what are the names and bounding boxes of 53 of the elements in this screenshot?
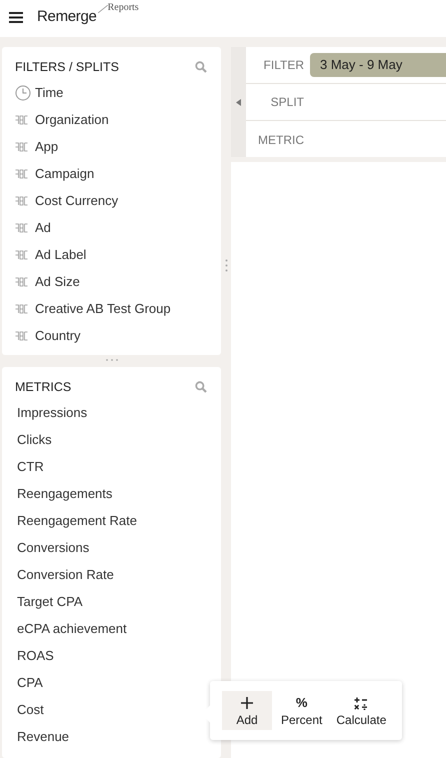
metric-item[interactable]: Clicks — [15, 432, 52, 447]
metric-item[interactable]: Revenue — [15, 729, 70, 744]
metric-item[interactable]: Impressions — [15, 405, 88, 420]
shelf-label: FILTER — [262, 58, 305, 72]
shelf-label: METRIC — [257, 132, 305, 146]
metric-item[interactable]: CPA — [15, 675, 43, 690]
shelf-label: SPLIT — [270, 95, 305, 109]
dimension-item[interactable]: Ad Size — [35, 274, 80, 289]
text-type-icon — [15, 168, 28, 178]
metric-item[interactable]: ROAS — [15, 648, 54, 663]
dimension-item[interactable]: Country — [35, 328, 81, 343]
dimension-item[interactable]: Organization — [35, 112, 109, 127]
product-name: Reports — [108, 2, 139, 13]
collapse-icon[interactable] — [236, 98, 241, 106]
text-type-icon — [15, 196, 28, 206]
dimension-item[interactable]: Cost Currency — [35, 193, 118, 208]
dimension-item[interactable]: Ad — [35, 220, 51, 235]
menu-icon[interactable] — [9, 12, 23, 23]
metric-item[interactable]: eCPA achievement — [15, 621, 127, 636]
action-button[interactable]: % Percent — [276, 691, 328, 730]
metric-item[interactable]: Reengagement Rate — [15, 513, 137, 528]
dimension-item[interactable]: Campaign — [35, 166, 94, 181]
text-type-icon — [15, 114, 28, 124]
search-icon[interactable] — [195, 381, 207, 393]
text-type-icon — [15, 276, 28, 286]
dimension-item[interactable]: Ad Label — [35, 247, 86, 262]
filter-chip[interactable]: 3 May - 9 May — [310, 53, 446, 77]
clock-icon — [15, 84, 31, 100]
text-type-icon — [15, 142, 28, 152]
metric-item[interactable]: Target CPA — [15, 594, 83, 609]
panel-title: METRICS — [15, 380, 72, 394]
calculator-icon — [354, 696, 368, 710]
metric-item[interactable]: Reengagements — [15, 486, 112, 501]
metric-item[interactable]: Cost — [15, 702, 44, 717]
percent-icon: % — [296, 696, 308, 710]
dimension-item[interactable]: Creative AB Test Group — [35, 301, 171, 316]
slash-icon — [98, 5, 108, 13]
metric-item[interactable]: Conversion Rate — [15, 567, 114, 582]
dimension-item[interactable]: Time — [35, 85, 64, 100]
metric-item[interactable]: Conversions — [15, 540, 90, 555]
panel-title: FILTERS / SPLITS — [15, 60, 119, 74]
text-type-icon — [15, 304, 28, 314]
brand-logo: Remerge — [37, 8, 97, 25]
plus-icon — [241, 697, 253, 709]
text-type-icon — [15, 222, 28, 232]
search-icon[interactable] — [195, 61, 207, 73]
text-type-icon — [15, 250, 28, 260]
drag-handle-icon[interactable] — [224, 258, 228, 272]
action-button[interactable]: Calculate — [331, 691, 392, 730]
dimension-item[interactable]: App — [35, 139, 58, 154]
text-type-icon — [15, 330, 28, 340]
action-button[interactable]: Add — [222, 691, 272, 730]
metric-item[interactable]: CTR — [15, 459, 44, 474]
